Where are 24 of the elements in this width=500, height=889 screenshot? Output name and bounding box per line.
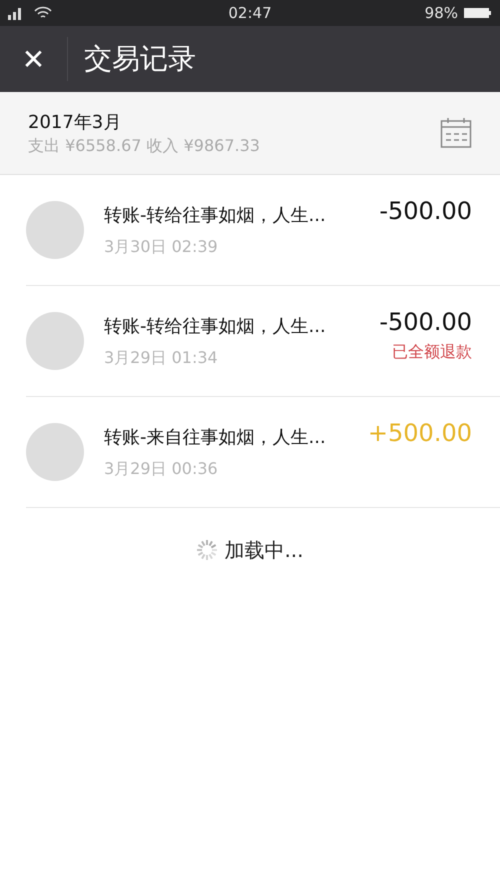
calendar-icon[interactable] (440, 117, 472, 149)
transaction-time: 3月30日 02:39 (104, 236, 219, 258)
transaction-row[interactable]: 转账-转给往事如烟，人生... 3月30日 02:39 -500.00 (26, 175, 500, 286)
battery-percent: 98% (424, 4, 458, 22)
transaction-amount: -500.00 (379, 308, 472, 336)
page-title: 交易记录 (84, 41, 196, 77)
spinner-icon (196, 539, 218, 561)
close-button[interactable]: ✕ (0, 37, 68, 81)
loading-text: 加载中... (224, 536, 304, 564)
transaction-amount: +500.00 (368, 419, 472, 447)
month-totals: 支出 ¥6558.67 收入 ¥9867.33 (28, 136, 261, 156)
refund-status: 已全额退款 (392, 342, 472, 363)
transaction-time: 3月29日 00:36 (104, 458, 219, 480)
month-label: 2017年3月 (28, 110, 122, 134)
transaction-time: 3月29日 01:34 (104, 348, 219, 368)
transaction-title: 转账-转给往事如烟，人生... (104, 204, 327, 226)
clock: 02:47 (228, 4, 272, 22)
wifi-icon (34, 6, 52, 20)
transaction-title: 转账-来自往事如烟，人生... (104, 426, 327, 448)
transaction-row[interactable]: 转账-转给往事如烟，人生... 3月29日 01:34 -500.00 已全额退款 (26, 286, 500, 397)
transaction-row[interactable]: 转账-来自往事如烟，人生... 3月29日 00:36 +500.00 (26, 397, 500, 508)
transaction-title: 转账-转给往事如烟，人生... (104, 314, 327, 338)
battery-icon (464, 7, 492, 19)
transaction-amount: -500.00 (379, 197, 472, 225)
